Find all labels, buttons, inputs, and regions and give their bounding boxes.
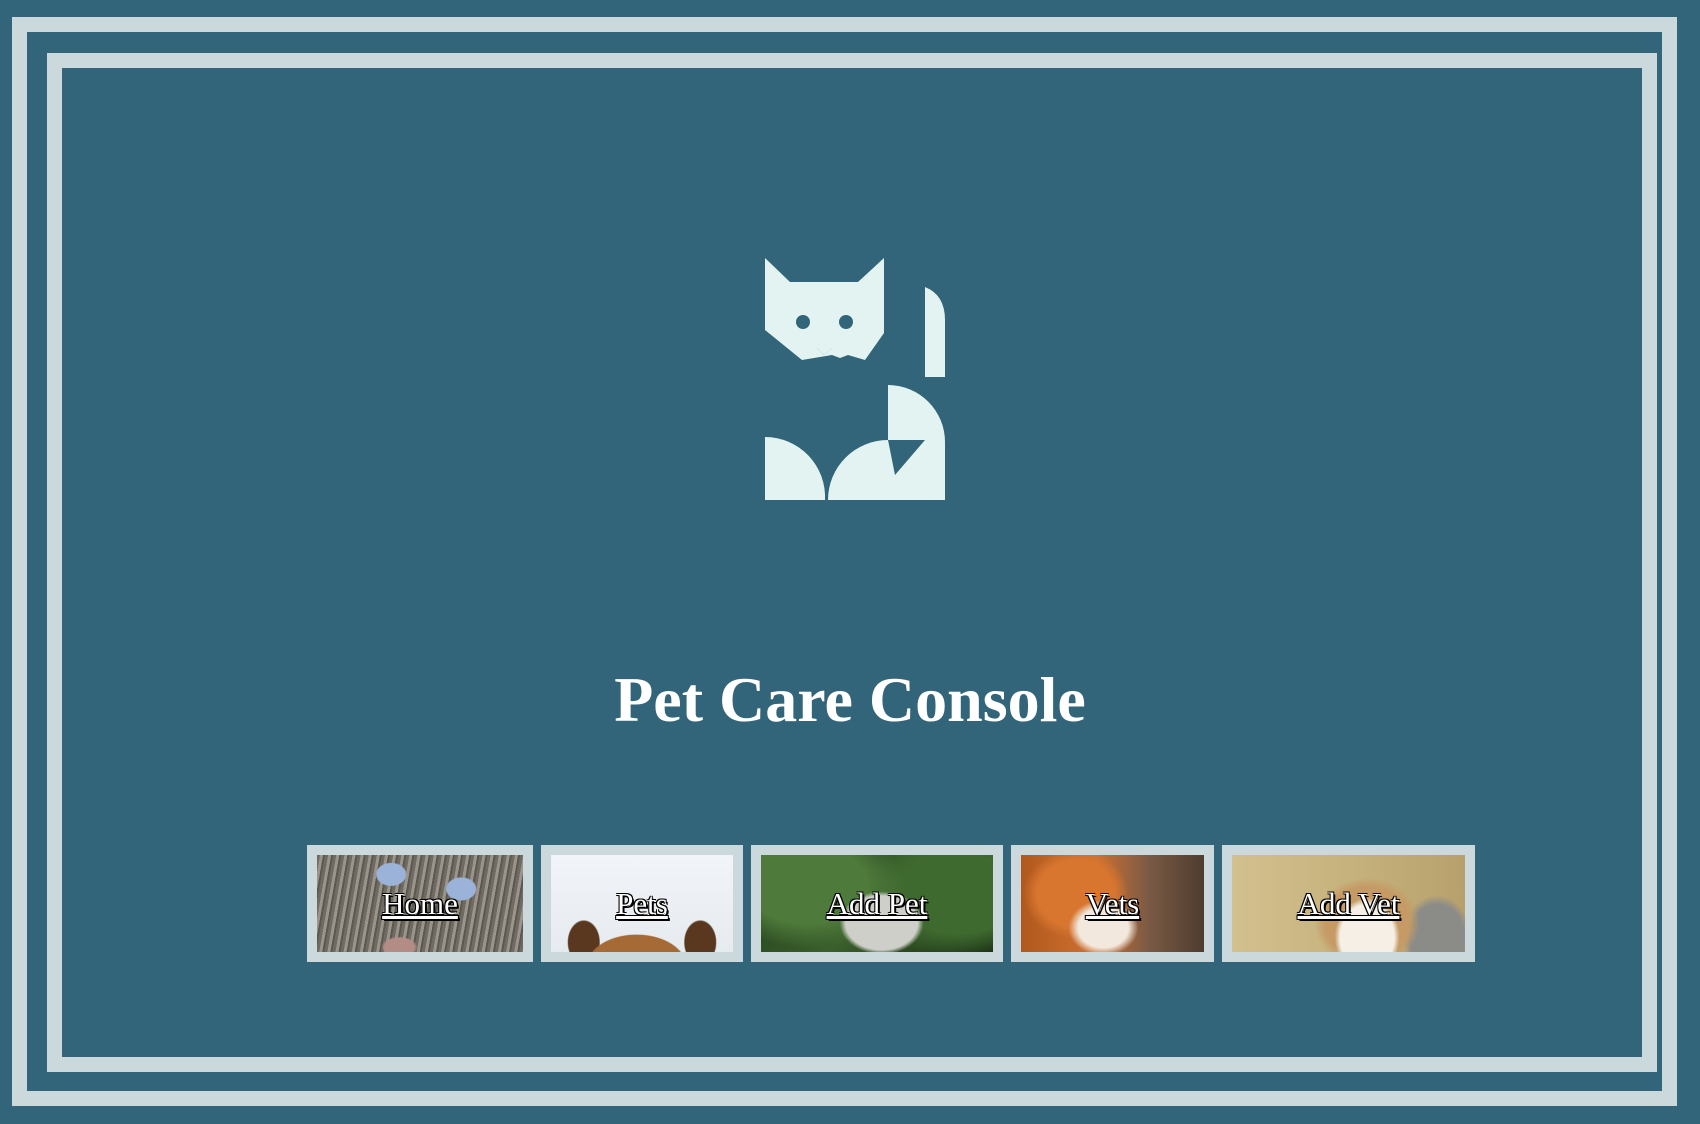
nav-vets-label: Vets [1085,886,1140,921]
nav-home-button[interactable]: Home [307,845,533,962]
nav-add-vet-label: Add Vet [1297,886,1400,921]
nav-home-label: Home [382,886,458,921]
nav-add-pet-label: Add Pet [826,886,928,921]
cat-logo-icon [765,258,945,500]
page: Pet Care Console Home Pets Add Pet Vets … [0,0,1700,1124]
page-title: Pet Care Console [614,664,1086,735]
nav-vets-button[interactable]: Vets [1011,845,1214,962]
nav-add-vet-button[interactable]: Add Vet [1222,845,1475,962]
nav-add-pet-button[interactable]: Add Pet [751,845,1003,962]
nav-pets-label: Pets [616,886,668,921]
nav-pets-button[interactable]: Pets [541,845,743,962]
